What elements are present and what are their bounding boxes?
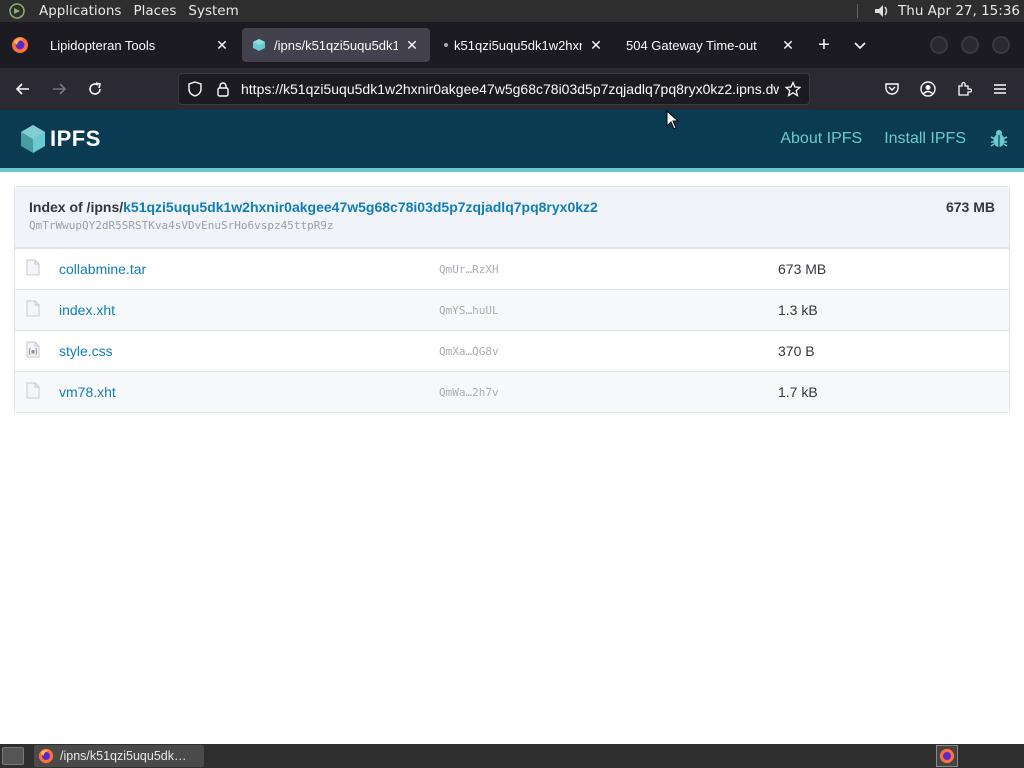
url-text[interactable]: https://k51qzi5uqu5dk1w2hxnir0akgee47w5g…	[241, 81, 779, 97]
about-ipfs-link[interactable]: About IPFS	[780, 130, 862, 148]
tab-label: k51qzi5uqu5dk1w2hxn	[454, 37, 582, 53]
forward-button[interactable]	[42, 73, 76, 105]
extensions-icon[interactable]	[948, 73, 980, 105]
clock[interactable]: Thu Apr 27, 15:36	[898, 3, 1020, 19]
ipns-path-link[interactable]: k51qzi5uqu5dk1w2hxnir0akgee47w5g68c78i03…	[123, 199, 598, 215]
tab-label: /ipns/k51qzi5uqu5dk1w	[274, 37, 398, 53]
loading-dot-icon	[444, 43, 448, 47]
css-file-icon	[26, 341, 40, 358]
directory-listing: Index of /ipns/k51qzi5uqu5dk1w2hxnir0akg…	[14, 186, 1010, 413]
file-size: 370 B	[778, 343, 815, 359]
ipfs-cube-icon	[253, 39, 265, 51]
browser-tab-bar: Lipidopteran Tools ✕ /ipns/k51qzi5uqu5dk…	[0, 22, 1024, 68]
window-controls	[930, 36, 1010, 54]
file-name-link[interactable]: index.xht	[59, 302, 115, 318]
ipfs-logo[interactable]: IPFS	[20, 124, 101, 154]
new-tab-button[interactable]: +	[806, 28, 842, 62]
file-name-link[interactable]: collabmine.tar	[59, 261, 146, 277]
bookmark-star-icon[interactable]	[779, 75, 807, 103]
tab-close-icon[interactable]: ✕	[588, 37, 604, 53]
forward-arrow-icon	[53, 83, 67, 95]
tab-ipns-listing[interactable]: /ipns/k51qzi5uqu5dk1w ✕	[242, 28, 430, 62]
tab-close-icon[interactable]: ✕	[404, 37, 420, 53]
reload-icon	[89, 82, 101, 95]
back-arrow-icon	[15, 83, 29, 95]
minimize-button[interactable]	[930, 36, 948, 54]
root-cid: QmTrWwupQY2dR5SRSTKva4sVDvEnuSrHo6vspz45…	[29, 219, 334, 232]
url-bar[interactable]: https://k51qzi5uqu5dk1w2hxnir0akgee47w5g…	[178, 73, 810, 105]
file-cid-link[interactable]: QmUr…RzXH	[439, 263, 499, 276]
navigation-toolbar: https://k51qzi5uqu5dk1w2hxnir0akgee47w5g…	[0, 68, 1024, 110]
listing-title-prefix: Index of /ipns/	[29, 199, 124, 215]
file-icon	[26, 382, 40, 399]
show-desktop-button[interactable]	[2, 747, 24, 765]
back-button[interactable]	[6, 73, 40, 105]
listing-header: Index of /ipns/k51qzi5uqu5dk1w2hxnir0akg…	[15, 187, 1009, 248]
reload-button[interactable]	[78, 73, 112, 105]
hamburger-menu-icon[interactable]	[984, 73, 1016, 105]
file-cid-link[interactable]: QmWa…2h7v	[439, 386, 499, 399]
maximize-button[interactable]	[961, 36, 979, 54]
bottom-taskbar: /ipns/k51qzi5uqu5dk…	[0, 744, 1024, 768]
places-menu[interactable]: Places	[127, 0, 182, 22]
tab-label: Lipidopteran Tools	[50, 37, 156, 53]
file-size: 1.3 kB	[778, 302, 818, 318]
firefox-icon	[38, 748, 54, 764]
total-size: 673 MB	[945, 199, 995, 215]
file-size: 673 MB	[778, 261, 827, 277]
file-icon	[26, 300, 40, 317]
install-ipfs-link[interactable]: Install IPFS	[884, 130, 966, 148]
system-top-panel: Applications Places System Thu Apr 27, 1…	[0, 0, 1024, 22]
ipfs-cube-icon	[21, 125, 45, 153]
table-row: vm78.xht QmWa…2h7v 1.7 kB	[15, 371, 1009, 412]
table-row: index.xht QmYS…huUL 1.3 kB	[15, 289, 1009, 330]
lock-icon[interactable]	[209, 75, 237, 103]
tray-firefox-icon[interactable]	[936, 745, 958, 767]
taskbar-window-label: /ipns/k51qzi5uqu5dk…	[60, 749, 187, 763]
file-size: 1.7 kB	[778, 384, 818, 400]
tab-k51-loading[interactable]: k51qzi5uqu5dk1w2hxn ✕	[434, 28, 614, 62]
file-icon	[26, 259, 40, 276]
bug-icon[interactable]	[988, 128, 1010, 150]
ipfs-wordmark: IPFS	[50, 126, 101, 151]
volume-icon[interactable]	[872, 1, 892, 21]
ipfs-header: IPFS About IPFS Install IPFS	[0, 110, 1024, 172]
header-accent-strip	[0, 168, 1024, 172]
gnome-menu-icon[interactable]	[6, 0, 28, 22]
table-row: style.css QmXa…QG8v 370 B	[15, 330, 1009, 371]
system-menu[interactable]: System	[182, 0, 244, 22]
file-cid-link[interactable]: QmYS…huUL	[439, 304, 499, 317]
mouse-pointer-icon	[666, 110, 680, 130]
ipfs-nav: About IPFS Install IPFS	[780, 110, 1010, 168]
tab-close-icon[interactable]: ✕	[214, 37, 230, 53]
applications-menu[interactable]: Applications	[33, 0, 127, 22]
table-row: collabmine.tar QmUr…RzXH 673 MB	[15, 248, 1009, 289]
file-cid-link[interactable]: QmXa…QG8v	[439, 345, 499, 358]
list-all-tabs-button[interactable]	[842, 28, 878, 62]
file-name-link[interactable]: style.css	[59, 343, 113, 359]
pocket-icon[interactable]	[876, 73, 908, 105]
file-name-link[interactable]: vm78.xht	[59, 384, 116, 400]
close-window-button[interactable]	[992, 36, 1010, 54]
panel-separator	[857, 4, 859, 18]
firefox-icon	[0, 22, 40, 68]
account-icon[interactable]	[912, 73, 944, 105]
taskbar-firefox-window[interactable]: /ipns/k51qzi5uqu5dk…	[34, 745, 204, 767]
listing-title: Index of /ipns/k51qzi5uqu5dk1w2hxnir0akg…	[29, 199, 995, 215]
tab-gateway-timeout[interactable]: 504 Gateway Time-out ✕	[616, 28, 806, 62]
tab-lipidopteran-tools[interactable]: Lipidopteran Tools ✕	[40, 28, 240, 62]
tab-label: 504 Gateway Time-out	[626, 37, 757, 53]
tab-close-icon[interactable]: ✕	[780, 37, 796, 53]
tracking-protection-shield-icon[interactable]	[181, 75, 209, 103]
